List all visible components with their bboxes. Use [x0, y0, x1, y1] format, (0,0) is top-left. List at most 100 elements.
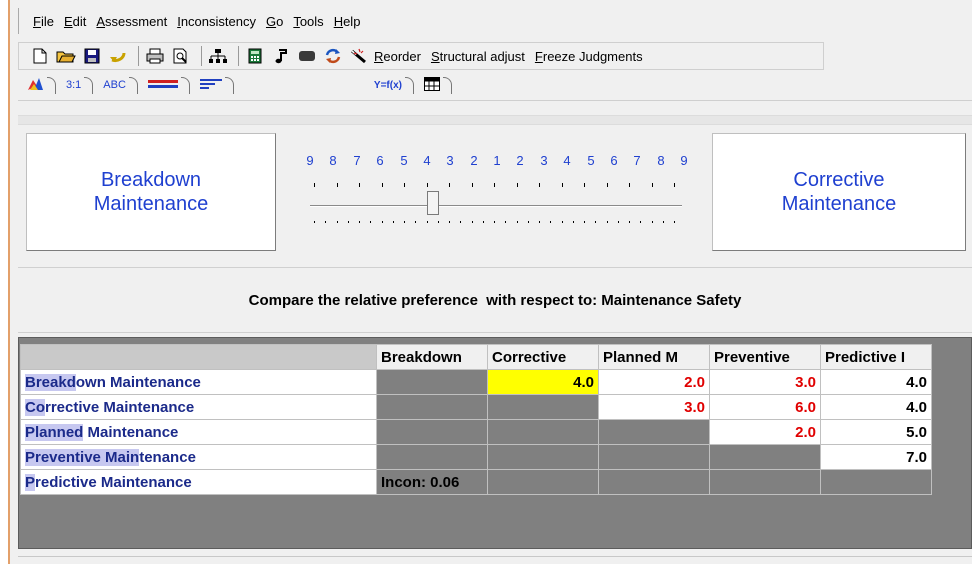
- matrix-cell[interactable]: 5.0: [820, 419, 932, 445]
- tab-graphical-bars[interactable]: [140, 75, 192, 95]
- matrix-cell: [487, 444, 599, 470]
- menu-file[interactable]: File: [33, 14, 54, 29]
- slider-minor-tick: [359, 221, 360, 223]
- slider-minor-tick: [584, 221, 585, 223]
- hierarchy-icon[interactable]: [207, 46, 229, 66]
- scale-label: 3: [540, 153, 548, 168]
- matrix-row-header[interactable]: Planned Maintenance: [20, 419, 377, 445]
- toggle-display-icon[interactable]: [296, 46, 318, 66]
- matrix-header-row: Breakdown Corrective Planned M Preventive Pr…: [20, 344, 932, 370]
- matrix-cell: [598, 444, 710, 470]
- slider-tick: [404, 183, 405, 187]
- matrix-row-header[interactable]: Preventive Maintenance: [20, 444, 377, 470]
- menu-help[interactable]: Help: [334, 14, 361, 29]
- slider-minor-tick: [337, 221, 338, 223]
- scale-label: 6: [376, 153, 384, 168]
- tab-verbal[interactable]: ABC: [95, 75, 140, 95]
- tab-numerical[interactable]: 3:1: [58, 75, 95, 95]
- slider-minor-tick: [348, 221, 349, 223]
- matrix-cell[interactable]: 7.0: [820, 444, 932, 470]
- slider-minor-tick: [517, 221, 518, 223]
- slider-minor-tick: [483, 221, 484, 223]
- menu-go[interactable]: Go: [266, 14, 283, 29]
- matrix-cell: [487, 419, 599, 445]
- tab-questionnaire[interactable]: [192, 75, 236, 95]
- right-element-box: Corrective Maintenance: [712, 133, 966, 251]
- slider-minor-tick: [539, 221, 540, 223]
- calculator-icon[interactable]: [244, 46, 266, 66]
- status-divider: [18, 556, 972, 557]
- matrix-row-header[interactable]: Predictive Maintenance: [20, 469, 377, 495]
- menu-tools[interactable]: Tools: [293, 14, 323, 29]
- menu-edit[interactable]: Edit: [64, 14, 86, 29]
- print-icon[interactable]: [144, 46, 166, 66]
- slider-minor-tick: [505, 221, 506, 223]
- print-preview-icon[interactable]: [170, 46, 192, 66]
- reorder-button[interactable]: Reorder: [374, 49, 421, 64]
- pane-header-strip: [18, 115, 972, 125]
- slider-tick: [629, 183, 630, 187]
- slider-tick: [674, 183, 675, 187]
- slider-tick: [494, 183, 495, 187]
- matrix-cell[interactable]: 4.0: [487, 369, 599, 395]
- scale-label: 8: [329, 153, 337, 168]
- slider-tick: [517, 183, 518, 187]
- save-icon[interactable]: [81, 46, 103, 66]
- window-left-edge: [0, 0, 10, 564]
- slider-track[interactable]: [310, 205, 682, 207]
- matrix-cell: [709, 444, 821, 470]
- slider-minor-tick: [640, 221, 641, 223]
- slider-tick: [539, 183, 540, 187]
- sort-lines-icon: [199, 78, 222, 93]
- slider-minor-tick: [404, 221, 405, 223]
- slider-minor-tick: [415, 221, 416, 223]
- open-folder-icon[interactable]: [55, 46, 77, 66]
- matrix-row-header[interactable]: Corrective Maintenance: [20, 394, 377, 420]
- menu-assessment[interactable]: Assessment: [96, 14, 167, 29]
- slider-minor-tick: [382, 221, 383, 223]
- freeze-judgments-button[interactable]: Freeze Judgments: [535, 49, 643, 64]
- matrix-cell: [376, 369, 488, 395]
- slider-tick: [562, 183, 563, 187]
- tab-verbal-label: ABC: [103, 79, 126, 91]
- structural-adjust-button[interactable]: Structural adjust: [431, 49, 525, 64]
- slider-tick: [607, 183, 608, 187]
- matrix-row-header[interactable]: Breakdown Maintenance: [20, 369, 377, 395]
- slider-tick: [382, 183, 383, 187]
- matrix-column-header[interactable]: Breakdown: [376, 344, 488, 370]
- matrix-cell[interactable]: 3.0: [709, 369, 821, 395]
- slider-thumb[interactable]: [427, 191, 439, 215]
- new-file-icon[interactable]: [29, 46, 51, 66]
- tab-matrix[interactable]: [416, 75, 454, 95]
- left-element-box: Breakdown Maintenance: [26, 133, 276, 251]
- matrix-column-header[interactable]: Predictive I: [820, 344, 932, 370]
- matrix-cell[interactable]: 2.0: [598, 369, 710, 395]
- undo-icon[interactable]: [107, 46, 129, 66]
- matrix-cell[interactable]: 2.0: [709, 419, 821, 445]
- matrix-cell[interactable]: 4.0: [820, 394, 932, 420]
- matrix-cell: [598, 469, 710, 495]
- tab-graphical[interactable]: [18, 75, 58, 95]
- matrix-column-header[interactable]: Planned M: [598, 344, 710, 370]
- matrix-cell[interactable]: 4.0: [820, 369, 932, 395]
- menu-inconsistency[interactable]: Inconsistency: [177, 14, 256, 29]
- magic-wand-icon[interactable]: [348, 46, 370, 66]
- compare-prompt-text: Compare the relative preference with res…: [248, 291, 742, 309]
- slider-tick: [359, 183, 360, 187]
- matrix-cell[interactable]: 3.0: [598, 394, 710, 420]
- slider-tick: [314, 183, 315, 187]
- matrix-row: Predictive Maintenance Incon: 0.06: [20, 469, 932, 495]
- grid-icon: [423, 76, 440, 94]
- comparison-matrix: Breakdown Corrective Planned M Preventive Pr…: [20, 344, 932, 495]
- left-element-label: Breakdown Maintenance: [93, 169, 209, 215]
- refresh-icon[interactable]: [322, 46, 344, 66]
- matrix-column-header[interactable]: Preventive: [709, 344, 821, 370]
- slider-minor-tick: [438, 221, 439, 223]
- slider-minor-tick: [595, 221, 596, 223]
- slider-minor-tick: [370, 221, 371, 223]
- tab-formula[interactable]: Y=f(x): [366, 75, 416, 95]
- matrix-column-header[interactable]: Corrective: [487, 344, 599, 370]
- matrix-cell[interactable]: 6.0: [709, 394, 821, 420]
- music-note-icon[interactable]: [270, 46, 292, 66]
- scale-label: 8: [657, 153, 665, 168]
